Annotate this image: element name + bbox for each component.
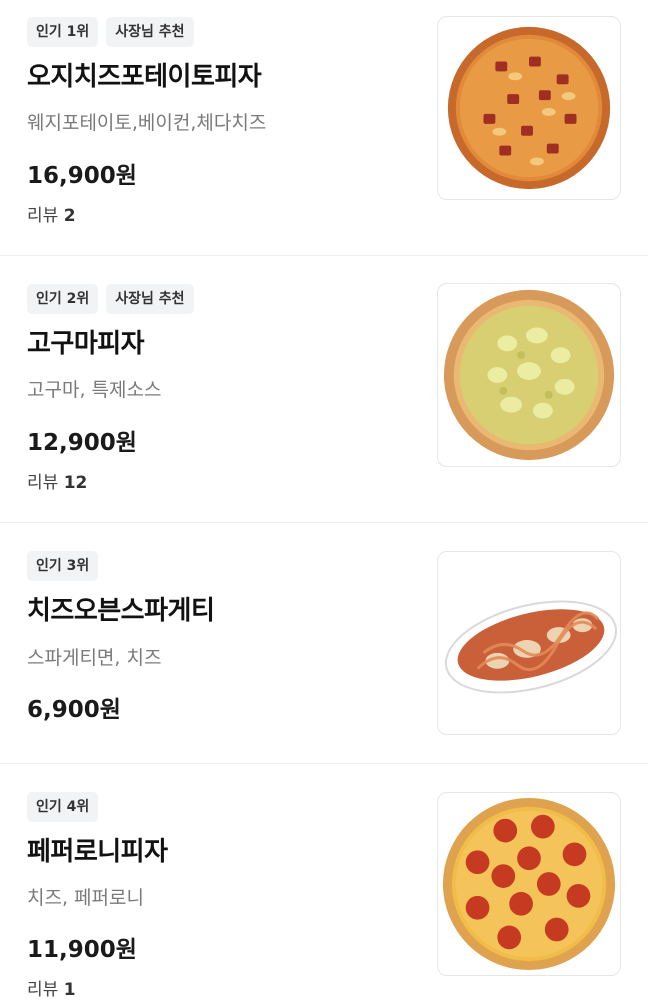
item-name: 페퍼로니피자 (27, 837, 168, 867)
sweet-potato-pizza-image[interactable] (437, 283, 621, 467)
item-price: 6,900원 (27, 697, 121, 723)
item-price: 16,900원 (27, 163, 137, 189)
item-price: 12,900원 (27, 430, 137, 456)
item-name: 치즈오븐스파게티 (27, 596, 215, 626)
badge-group: 인기 1위 사장님 추천 (27, 17, 194, 47)
item-description: 치즈, 페퍼로니 (27, 887, 144, 909)
badge-group: 인기 3위 (27, 551, 99, 581)
reviews-label: 리뷰 (27, 473, 59, 493)
menu-item[interactable]: 인기 2위 사장님 추천 고구마피자 고구마, 특제소스 12,900원 리뷰 … (0, 256, 648, 523)
badge-group: 인기 2위 사장님 추천 (27, 284, 194, 314)
reviews-count: 2 (63, 206, 76, 226)
reviews-label: 리뷰 (27, 206, 59, 226)
item-reviews: 리뷰 1 (27, 975, 76, 1000)
reviews-count: 1 (63, 980, 76, 1000)
reviews-label: 리뷰 (27, 980, 59, 1000)
item-price: 11,900원 (27, 937, 137, 963)
menu-item[interactable]: 인기 1위 사장님 추천 오지치즈포테이토피자 웨지포테이토,베이컨,체다치즈 … (0, 0, 648, 256)
item-description: 스파게티면, 치즈 (27, 647, 162, 669)
potato-bacon-pizza-image[interactable] (437, 16, 621, 200)
item-name: 오지치즈포테이토피자 (27, 62, 262, 92)
popularity-badge: 인기 3위 (27, 551, 99, 581)
owner-recommend-badge: 사장님 추천 (106, 17, 194, 47)
item-description: 고구마, 특제소스 (27, 379, 162, 401)
item-reviews: 리뷰 2 (27, 201, 76, 226)
badge-group: 인기 4위 (27, 792, 99, 822)
menu-list: 인기 1위 사장님 추천 오지치즈포테이토피자 웨지포테이토,베이컨,체다치즈 … (0, 0, 648, 1007)
menu-item[interactable]: 인기 4위 페퍼로니피자 치즈, 페퍼로니 11,900원 리뷰 1 (0, 764, 648, 1007)
item-description: 웨지포테이토,베이컨,체다치즈 (27, 112, 267, 134)
popularity-badge: 인기 1위 (27, 17, 99, 47)
reviews-count: 12 (63, 473, 88, 493)
owner-recommend-badge: 사장님 추천 (106, 284, 194, 314)
menu-item[interactable]: 인기 3위 치즈오븐스파게티 스파게티면, 치즈 6,900원 (0, 523, 648, 764)
popularity-badge: 인기 2위 (27, 284, 99, 314)
cheese-oven-spaghetti-image[interactable] (437, 551, 621, 735)
item-name: 고구마피자 (27, 329, 145, 359)
pepperoni-pizza-image[interactable] (437, 792, 621, 976)
popularity-badge: 인기 4위 (27, 792, 99, 822)
item-reviews: 리뷰 12 (27, 468, 87, 493)
